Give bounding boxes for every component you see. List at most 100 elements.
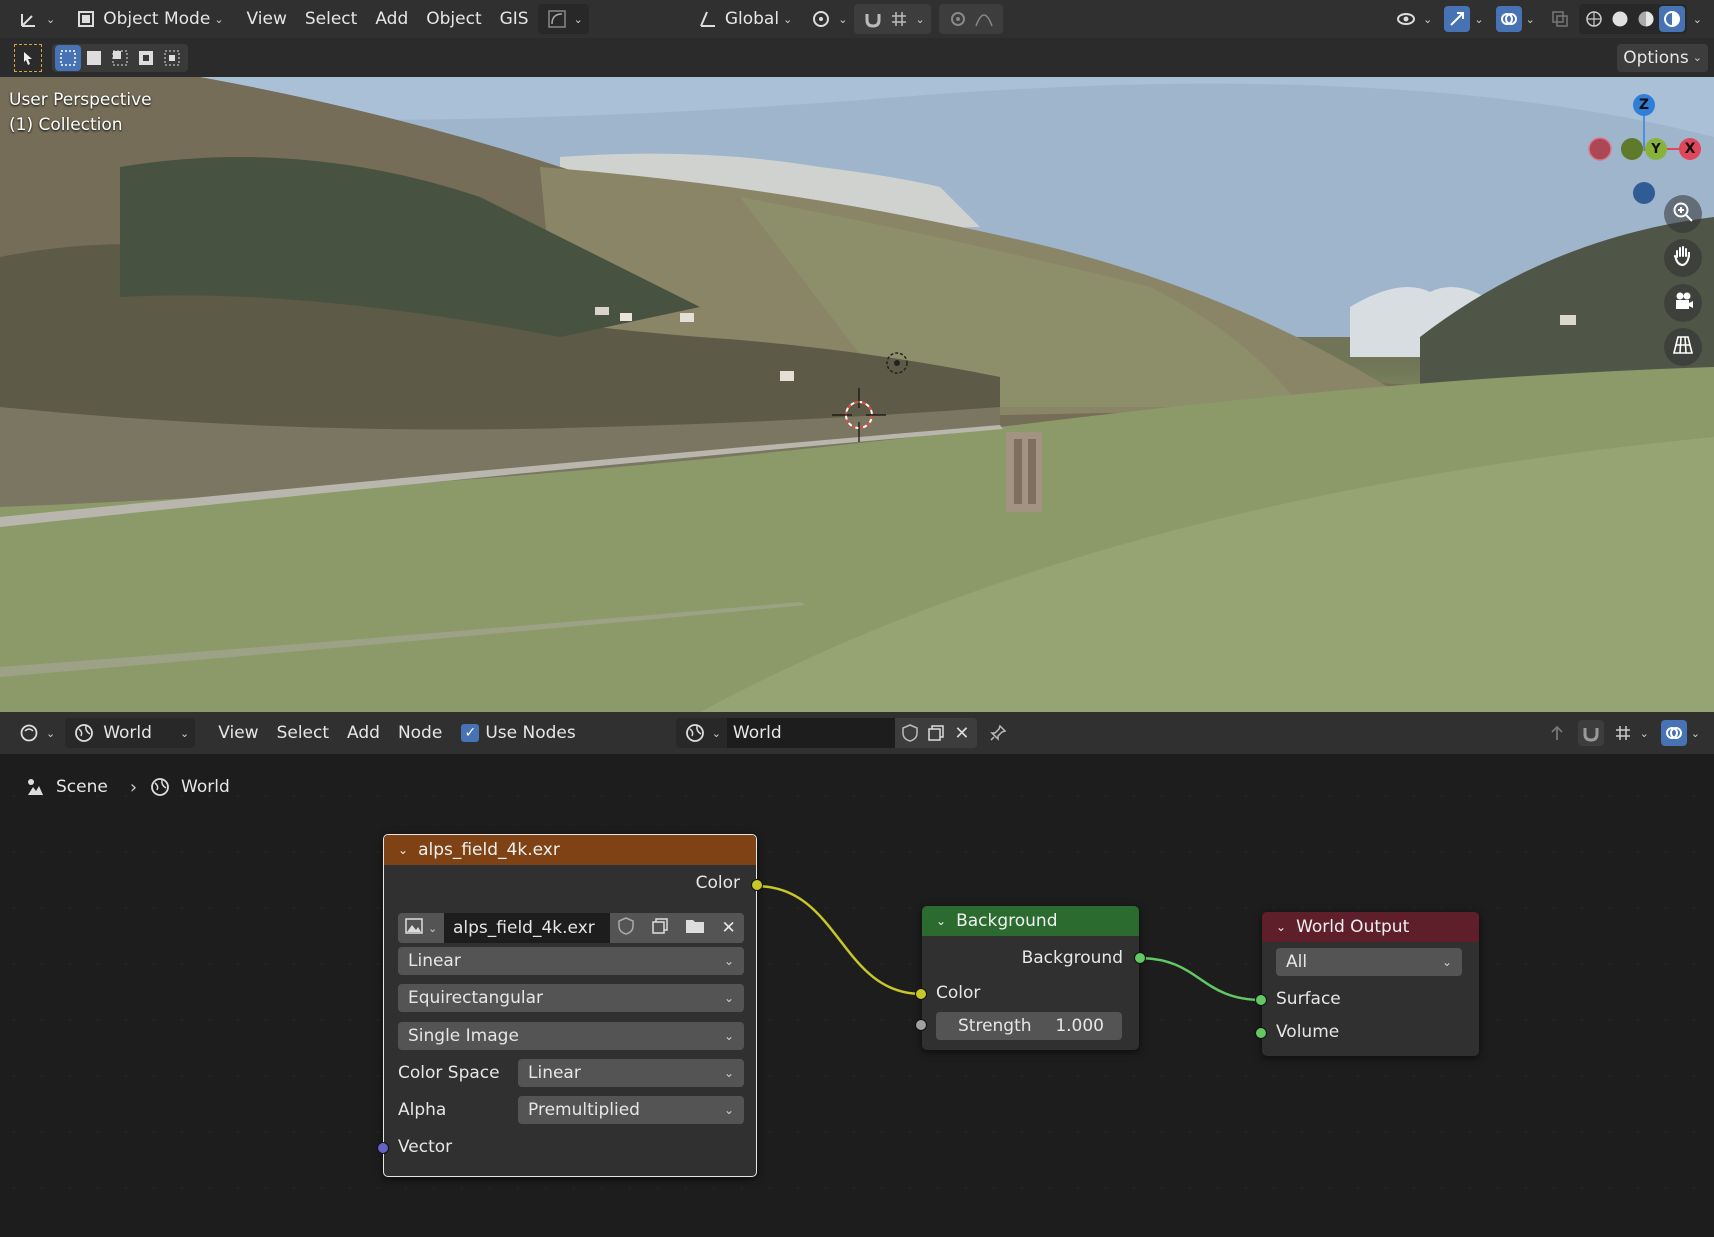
viewport-3d[interactable]: User Perspective (1) Collection Z Y X xyxy=(0,77,1714,712)
vector-input-socket[interactable] xyxy=(377,1142,389,1154)
fake-user-shield-icon[interactable] xyxy=(897,720,923,746)
shading-dropdown-chevron[interactable]: ⌄ xyxy=(1693,13,1702,26)
node-snap-icon[interactable] xyxy=(1577,720,1604,746)
node-editor-type-button[interactable]: ⌄ xyxy=(10,718,61,748)
node-overlays-toggle[interactable]: ⌄ xyxy=(1655,718,1706,748)
shader-type-dropdown[interactable]: World ⌄ xyxy=(65,718,196,748)
proportional-edit-toggle[interactable] xyxy=(938,4,1003,34)
chevron-down-icon: ⌄ xyxy=(1690,726,1700,740)
collapse-chevron-icon[interactable]: ⌄ xyxy=(1276,920,1286,934)
node-menu-add[interactable]: Add xyxy=(338,718,389,748)
node-snap-dropdown[interactable]: ⌄ xyxy=(1604,718,1655,748)
xray-icon[interactable] xyxy=(1547,6,1573,32)
menu-select[interactable]: Select xyxy=(296,4,366,34)
image-selector: ⌄ alps_field_4k.exr ✕ xyxy=(398,913,744,943)
gizmo-toggle[interactable]: ⌄ xyxy=(1438,4,1489,34)
background-color-label: Color xyxy=(936,983,981,1003)
select-new-icon[interactable] xyxy=(55,44,81,71)
gizmo-z-axis[interactable]: Z xyxy=(1633,94,1655,116)
snap-toggle[interactable]: ⌄ xyxy=(853,4,931,34)
orientation-icon xyxy=(695,6,721,32)
zoom-button[interactable] xyxy=(1664,195,1702,233)
pan-button[interactable] xyxy=(1664,239,1702,277)
world-output-node-header[interactable]: ⌄ World Output xyxy=(1262,912,1479,942)
image-texture-node[interactable]: ⌄ alps_field_4k.exr Color ⌄ alps_field_4… xyxy=(377,834,763,1177)
world-name-field[interactable]: World xyxy=(726,718,895,748)
navigation-gizmo[interactable]: Z Y X xyxy=(1584,87,1704,207)
world-output-node[interactable]: ⌄ World Output All ⌄ Surface Volume xyxy=(1255,912,1479,1056)
use-nodes-checkbox[interactable]: ✓ Use Nodes xyxy=(461,723,576,743)
material-shading-icon[interactable] xyxy=(1633,6,1659,32)
background-output-socket[interactable] xyxy=(1134,952,1146,964)
menu-gis[interactable]: GIS xyxy=(491,4,538,34)
gizmo-y-axis[interactable]: Y xyxy=(1645,138,1667,160)
strength-input-socket[interactable] xyxy=(915,1019,927,1031)
viewport-header: ⌄ Object Mode ⌄ View Select Add Object G… xyxy=(0,0,1714,38)
folder-icon[interactable] xyxy=(685,917,705,939)
shader-type-label: World xyxy=(103,723,152,743)
wireframe-shading-icon[interactable] xyxy=(1581,6,1607,32)
strength-field[interactable]: Strength 1.000 xyxy=(936,1012,1122,1040)
pivot-dropdown[interactable]: ⌄ xyxy=(802,4,853,34)
parent-node-tree-icon[interactable] xyxy=(1544,720,1570,746)
unlink-x-icon[interactable]: ✕ xyxy=(949,720,975,746)
options-dropdown[interactable]: Options ⌄ xyxy=(1617,43,1708,72)
editor-type-button[interactable]: ⌄ xyxy=(10,4,61,34)
interpolation-dropdown[interactable]: Linear ⌄ xyxy=(398,947,744,975)
image-output-color-label: Color xyxy=(695,873,740,893)
output-target-dropdown[interactable]: All ⌄ xyxy=(1276,948,1462,976)
background-color-input-socket[interactable] xyxy=(915,988,927,1000)
select-invert-icon[interactable] xyxy=(133,45,159,71)
color-space-dropdown[interactable]: Linear ⌄ xyxy=(518,1059,744,1087)
volume-input-socket[interactable] xyxy=(1255,1027,1267,1039)
menu-view[interactable]: View xyxy=(238,4,296,34)
select-tool-icon[interactable] xyxy=(14,43,42,72)
proportional-icon xyxy=(945,6,971,32)
gis-extra-dropdown[interactable]: ⌄ xyxy=(537,4,589,34)
chevron-down-icon: ⌄ xyxy=(783,12,793,26)
node-menu-view[interactable]: View xyxy=(209,718,267,748)
solid-shading-icon[interactable] xyxy=(1607,6,1633,32)
chevron-down-icon: ⌄ xyxy=(723,991,734,1005)
source-dropdown[interactable]: Single Image ⌄ xyxy=(398,1022,744,1050)
duplicate-icon[interactable] xyxy=(651,917,669,939)
node-menu-select[interactable]: Select xyxy=(268,718,338,748)
node-editor-canvas[interactable]: Scene › World ⌄ alps_field_4k.exr Color … xyxy=(0,754,1714,1237)
gizmo-x-axis[interactable]: X xyxy=(1679,138,1701,160)
overlays-toggle[interactable]: ⌄ xyxy=(1490,4,1541,34)
surface-input-socket[interactable] xyxy=(1255,994,1267,1006)
chevron-down-icon: ⌄ xyxy=(180,726,190,740)
unlink-x-icon[interactable]: ✕ xyxy=(722,918,736,938)
color-space-label: Color Space xyxy=(398,1063,500,1083)
perspective-toggle-button[interactable] xyxy=(1664,328,1702,366)
visibility-dropdown[interactable]: ⌄ xyxy=(1387,4,1438,34)
menu-add[interactable]: Add xyxy=(366,4,417,34)
collapse-chevron-icon[interactable]: ⌄ xyxy=(936,914,946,928)
image-name-field[interactable]: alps_field_4k.exr xyxy=(444,913,610,943)
camera-icon xyxy=(1672,290,1694,316)
camera-view-button[interactable] xyxy=(1664,284,1702,322)
select-intersect-icon[interactable] xyxy=(159,45,185,71)
projection-dropdown[interactable]: Equirectangular ⌄ xyxy=(398,984,744,1012)
image-color-output-socket[interactable] xyxy=(751,879,763,891)
background-output-label: Background xyxy=(1021,948,1123,968)
rendered-shading-icon[interactable] xyxy=(1658,6,1685,32)
fake-user-shield-icon[interactable] xyxy=(618,917,634,939)
collapse-chevron-icon[interactable]: ⌄ xyxy=(398,843,408,857)
world-browse-dropdown[interactable]: ⌄ xyxy=(675,718,727,748)
background-node[interactable]: ⌄ Background Background Color Strength 1… xyxy=(915,906,1146,1050)
curve-icon xyxy=(544,6,570,32)
image-browse-button[interactable]: ⌄ xyxy=(398,913,444,943)
alpha-dropdown[interactable]: Premultiplied ⌄ xyxy=(518,1096,744,1124)
image-node-header[interactable]: ⌄ alps_field_4k.exr xyxy=(384,835,756,865)
pin-icon[interactable] xyxy=(985,720,1011,746)
background-node-header[interactable]: ⌄ Background xyxy=(922,906,1139,936)
duplicate-icon[interactable] xyxy=(923,720,949,746)
chevron-down-icon: ⌄ xyxy=(46,12,56,26)
transform-orientation-dropdown[interactable]: Global ⌄ xyxy=(689,4,798,34)
menu-object[interactable]: Object xyxy=(417,4,490,34)
node-menu-node[interactable]: Node xyxy=(389,718,451,748)
select-subtract-icon[interactable] xyxy=(107,45,133,71)
select-extend-icon[interactable] xyxy=(81,45,107,71)
mode-dropdown[interactable]: Object Mode ⌄ xyxy=(67,4,229,34)
